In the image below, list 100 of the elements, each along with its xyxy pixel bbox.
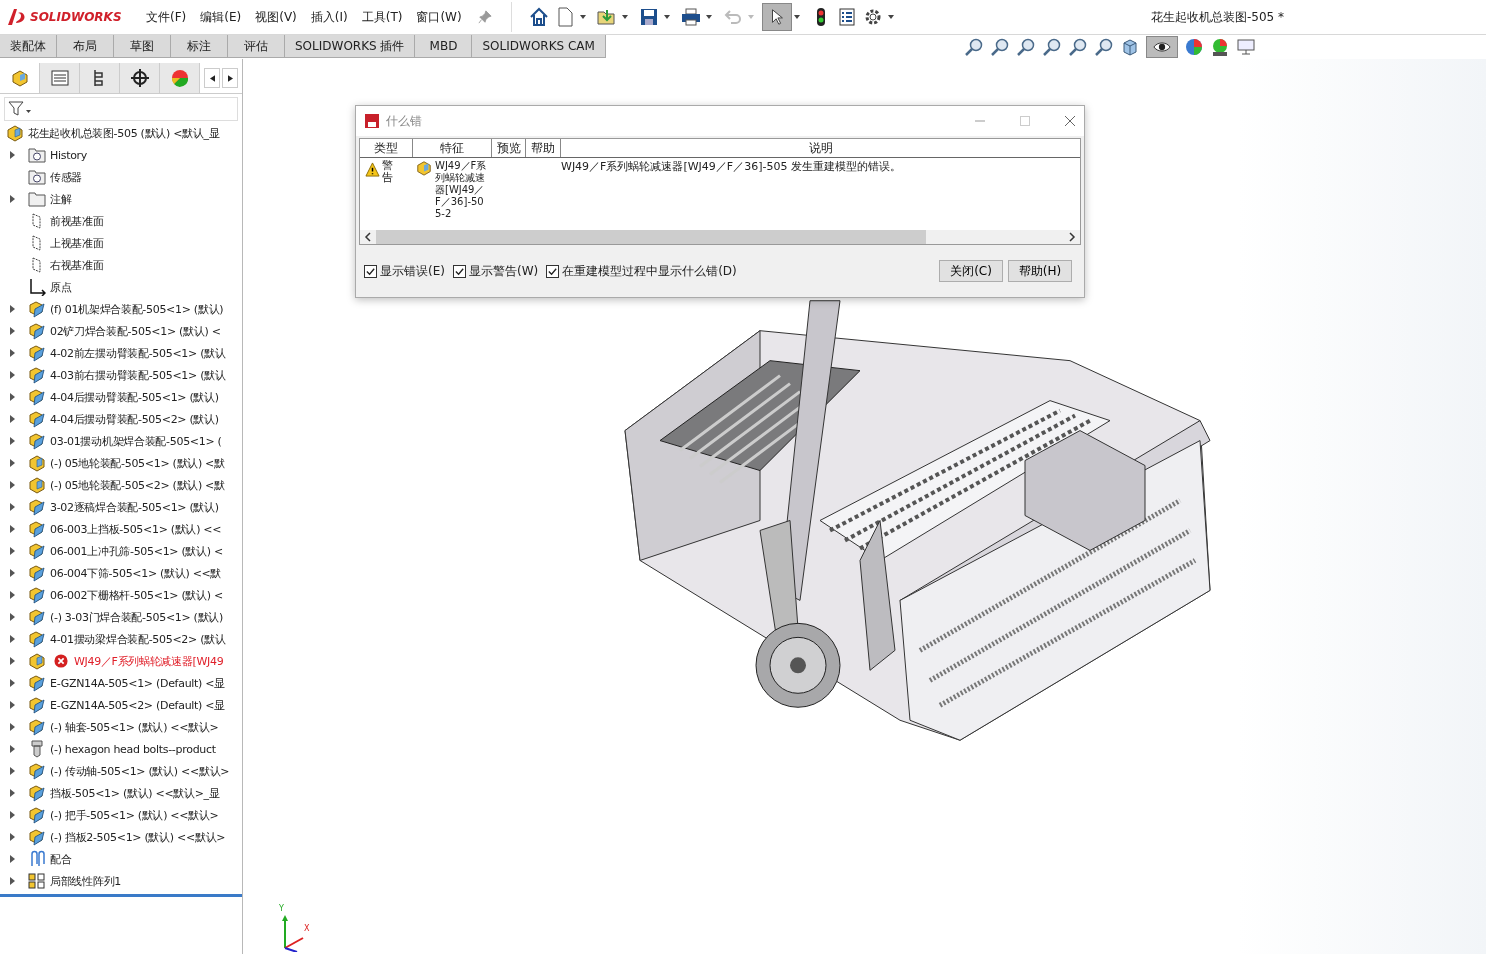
select-button[interactable] — [761, 3, 792, 31]
close-icon[interactable] — [1064, 115, 1076, 127]
tree-item[interactable]: 4-04后摆动臂装配-505<1> (默认) — [50, 389, 219, 405]
expand-arrow-icon[interactable] — [9, 701, 15, 709]
expand-arrow-icon[interactable] — [9, 151, 15, 159]
menu-item[interactable]: 编辑(E) — [200, 8, 242, 26]
tree-item[interactable]: 传感器 — [50, 169, 83, 185]
command-tab[interactable]: MBD — [415, 35, 473, 58]
open-folder-icon[interactable] — [596, 7, 617, 27]
view-tool-icon[interactable] — [964, 37, 984, 57]
column-header[interactable]: 说明 — [561, 139, 1080, 157]
tree-item[interactable]: 4-04后摆动臂装配-505<2> (默认) — [50, 411, 219, 427]
expand-arrow-icon[interactable] — [9, 371, 15, 379]
command-tab[interactable]: 草图 — [114, 35, 171, 58]
expand-arrow-icon[interactable] — [9, 723, 15, 731]
menu-item[interactable]: 工具(T) — [361, 8, 403, 26]
tree-item[interactable]: E-GZN14A-505<1> (Default) <显 — [50, 675, 225, 691]
command-tab[interactable]: SOLIDWORKS 插件 — [285, 35, 416, 58]
expand-arrow-icon[interactable] — [9, 195, 15, 203]
expand-arrow-icon[interactable] — [9, 459, 15, 467]
tree-item[interactable]: 原点 — [50, 279, 72, 295]
expand-arrow-icon[interactable] — [9, 481, 15, 489]
caret-icon[interactable] — [887, 15, 894, 19]
tree-item[interactable]: (-) 轴套-505<1> (默认) <<默认> — [50, 719, 219, 735]
tree-item[interactable]: 上视基准面 — [50, 235, 104, 251]
dialog-button[interactable]: 帮助(H) — [1008, 260, 1072, 282]
tree-item[interactable]: (-) 05地轮装配-505<2> (默认) <默 — [50, 477, 225, 493]
home-icon[interactable] — [528, 7, 549, 27]
dialog-button[interactable]: 关闭(C) — [939, 260, 1003, 282]
expand-arrow-icon[interactable] — [9, 525, 15, 533]
command-tab[interactable]: 评估 — [228, 35, 285, 58]
expand-arrow-icon[interactable] — [9, 811, 15, 819]
expand-arrow-icon[interactable] — [9, 613, 15, 621]
monitor-icon[interactable] — [1236, 37, 1256, 57]
tree-item[interactable]: (-) 传动轴-505<1> (默认) <<默认> — [50, 763, 230, 779]
cube-icon[interactable] — [1120, 37, 1140, 57]
menu-item[interactable]: 文件(F) — [146, 8, 187, 26]
expand-arrow-icon[interactable] — [9, 393, 15, 401]
tree-item[interactable]: 4-01摆动梁焊合装配-505<2> (默认 — [50, 631, 226, 647]
caret-icon[interactable] — [579, 15, 586, 19]
tree-item[interactable]: 挡板-505<1> (默认) <<默认>_显 — [50, 785, 220, 801]
tree-item[interactable]: (-) 挡板2-505<1> (默认) <<默认> — [50, 829, 226, 845]
property-manager-tab[interactable] — [40, 63, 80, 93]
expand-arrow-icon[interactable] — [9, 415, 15, 423]
scroll-left-icon[interactable] — [364, 232, 372, 242]
caret-icon[interactable] — [663, 15, 670, 19]
expand-arrow-icon[interactable] — [9, 569, 15, 577]
expand-arrow-icon[interactable] — [9, 327, 15, 335]
appearance-icon[interactable] — [1184, 37, 1204, 57]
tree-item[interactable]: 06-004下筛-505<1> (默认) <<默 — [50, 565, 222, 581]
tree-item[interactable]: 06-001上冲孔筛-505<1> (默认) < — [50, 543, 223, 559]
scroll-right-icon[interactable] — [1068, 232, 1076, 242]
tree-item[interactable]: 局部线性阵列1 — [50, 873, 121, 889]
tree-item[interactable]: 03-01摆动机架焊合装配-505<1> ( — [50, 433, 222, 449]
menu-item[interactable]: 插入(I) — [310, 8, 348, 26]
caret-icon[interactable] — [621, 15, 628, 19]
expand-arrow-icon[interactable] — [9, 833, 15, 841]
checkbox[interactable] — [546, 264, 560, 278]
tree-item[interactable]: (-) 05地轮装配-505<1> (默认) <默 — [50, 455, 225, 471]
tree-item[interactable]: 花生起收机总装图-505 (默认) <默认_显 — [28, 125, 220, 141]
expand-arrow-icon[interactable] — [9, 657, 15, 665]
list-icon[interactable] — [836, 7, 857, 27]
view-tool-icon[interactable] — [990, 37, 1010, 57]
tree-item[interactable]: WJ49／F系列蜗轮减速器[WJ49 — [74, 653, 224, 669]
expand-arrow-icon[interactable] — [9, 877, 15, 885]
expand-arrow-icon[interactable] — [9, 635, 15, 643]
scroll-right-button[interactable] — [222, 68, 238, 88]
expand-arrow-icon[interactable] — [9, 591, 15, 599]
display-style-button[interactable] — [1146, 36, 1178, 58]
menu-item[interactable]: 窗口(W) — [416, 8, 462, 26]
tree-item[interactable]: (-) 把手-505<1> (默认) <<默认> — [50, 807, 219, 823]
column-header[interactable]: 帮助 — [526, 139, 561, 157]
tree-item[interactable]: History — [50, 148, 88, 162]
dimxpert-tab[interactable] — [120, 63, 160, 93]
expand-arrow-icon[interactable] — [9, 305, 15, 313]
expand-arrow-icon[interactable] — [9, 547, 15, 555]
view-tool-icon[interactable] — [1016, 37, 1036, 57]
tree-item[interactable]: (-) 3-03门焊合装配-505<1> (默认) — [50, 609, 223, 625]
pin-icon[interactable] — [477, 10, 492, 24]
column-header[interactable]: 类型 — [360, 139, 413, 157]
tree-item[interactable]: 配合 — [50, 851, 72, 867]
view-tool-icon[interactable] — [1042, 37, 1062, 57]
tree-item[interactable]: 前视基准面 — [50, 213, 104, 229]
checkbox-label[interactable]: 显示警告(W) — [468, 262, 539, 280]
configuration-manager-tab[interactable] — [80, 63, 120, 93]
expand-arrow-icon[interactable] — [9, 745, 15, 753]
tree-item[interactable]: 4-03前右摆动臂装配-505<1> (默认 — [50, 367, 226, 383]
checkbox[interactable] — [452, 264, 466, 278]
command-tab[interactable]: SOLIDWORKS CAM — [472, 35, 606, 58]
tree-item[interactable]: 注解 — [50, 191, 72, 207]
save-icon[interactable] — [638, 7, 659, 27]
view-tool-icon[interactable] — [1094, 37, 1114, 57]
expand-arrow-icon[interactable] — [9, 767, 15, 775]
print-icon[interactable] — [680, 7, 701, 27]
view-tool-icon[interactable] — [1068, 37, 1088, 57]
expand-arrow-icon[interactable] — [9, 503, 15, 511]
command-tab[interactable]: 标注 — [171, 35, 228, 58]
expand-arrow-icon[interactable] — [9, 349, 15, 357]
expand-arrow-icon[interactable] — [9, 437, 15, 445]
tree-item[interactable]: 4-02前左摆动臂装配-505<1> (默认 — [50, 345, 226, 361]
